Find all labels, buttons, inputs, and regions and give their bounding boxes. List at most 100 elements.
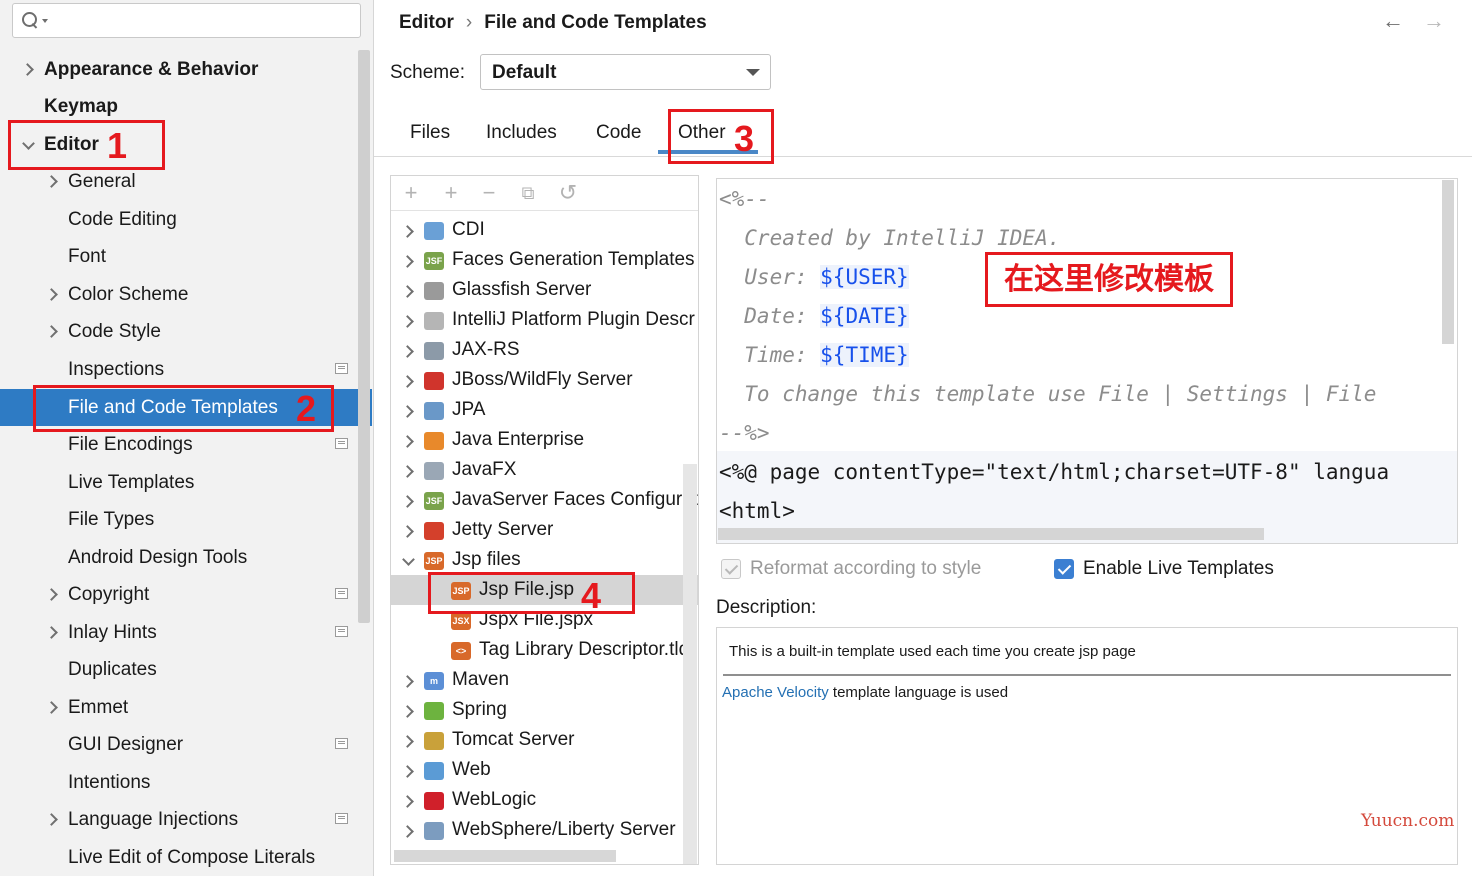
editor-horizontal-scrollbar[interactable] bbox=[718, 528, 1264, 540]
template-item[interactable]: JSF JavaServer Faces Configuratic bbox=[391, 485, 698, 515]
remove-template-icon[interactable]: − bbox=[479, 182, 499, 204]
annotation-note: 在这里修改模板 bbox=[985, 252, 1233, 307]
description-divider bbox=[723, 674, 1451, 676]
template-item[interactable]: Web bbox=[391, 755, 698, 785]
chevron-right-icon[interactable] bbox=[402, 435, 414, 447]
chevron-right-icon[interactable] bbox=[402, 405, 414, 417]
sidebar-item-live-edit-of-compose-literals[interactable]: Live Edit of Compose Literals bbox=[0, 839, 372, 876]
sidebar-item-appearance-behavior[interactable]: Appearance & Behavior bbox=[0, 51, 372, 88]
chevron-right-icon[interactable] bbox=[402, 465, 414, 477]
chevron-right-icon[interactable] bbox=[402, 255, 414, 267]
chevron-right-icon[interactable] bbox=[402, 525, 414, 537]
template-item[interactable]: JBoss/WildFly Server bbox=[391, 365, 698, 395]
sidebar-item-color-scheme[interactable]: Color Scheme bbox=[0, 276, 372, 313]
add-child-template-icon[interactable]: + bbox=[441, 182, 461, 204]
sidebar-item-code-style[interactable]: Code Style bbox=[0, 313, 372, 350]
template-list-horizontal-scrollbar[interactable] bbox=[394, 850, 616, 862]
breadcrumb-parent[interactable]: Editor bbox=[399, 12, 454, 33]
sidebar-item-android-design-tools[interactable]: Android Design Tools bbox=[0, 539, 372, 576]
chevron-right-icon[interactable] bbox=[46, 813, 58, 825]
sidebar-item-inspections[interactable]: Inspections bbox=[0, 351, 372, 388]
template-item[interactable]: IntelliJ Platform Plugin Descr bbox=[391, 305, 698, 335]
chevron-right-icon[interactable] bbox=[402, 675, 414, 687]
chevron-right-icon[interactable] bbox=[402, 225, 414, 237]
template-item[interactable]: JSF Faces Generation Templates bbox=[391, 245, 698, 275]
template-editor[interactable]: <%-- Created by IntelliJ IDEA. User: ${U… bbox=[716, 178, 1458, 544]
chevron-right-icon[interactable] bbox=[46, 588, 58, 600]
settings-search-input[interactable] bbox=[12, 3, 361, 38]
code-text: Time: bbox=[719, 343, 821, 367]
sidebar-item-copyright[interactable]: Copyright bbox=[0, 576, 372, 613]
template-item[interactable]: JPA bbox=[391, 395, 698, 425]
enable-live-templates-label[interactable]: Enable Live Templates bbox=[1083, 556, 1274, 582]
template-item-label: JavaServer Faces Configuratic bbox=[452, 489, 698, 510]
template-item[interactable]: Jetty Server bbox=[391, 515, 698, 545]
sidebar-item-file-types[interactable]: File Types bbox=[0, 501, 372, 538]
jetty-icon bbox=[424, 522, 444, 540]
editor-vertical-scrollbar[interactable] bbox=[1442, 180, 1454, 344]
chevron-right-icon[interactable] bbox=[402, 765, 414, 777]
chevron-right-icon[interactable] bbox=[22, 63, 34, 75]
sidebar-item-language-injections[interactable]: Language Injections bbox=[0, 801, 372, 838]
back-arrow-icon[interactable]: ← bbox=[1381, 10, 1405, 32]
chevron-right-icon[interactable] bbox=[402, 825, 414, 837]
sidebar-item-gui-designer[interactable]: GUI Designer bbox=[0, 726, 372, 763]
chevron-right-icon[interactable] bbox=[402, 375, 414, 387]
template-item[interactable]: CDI bbox=[391, 215, 698, 245]
chevron-right-icon[interactable] bbox=[46, 175, 58, 187]
chevron-right-icon[interactable] bbox=[46, 288, 58, 300]
enable-live-templates-checkbox[interactable] bbox=[1054, 559, 1074, 579]
chevron-right-icon[interactable] bbox=[46, 701, 58, 713]
tab-includes[interactable]: Includes bbox=[486, 119, 557, 147]
search-history-dropdown-icon[interactable] bbox=[42, 19, 48, 23]
forward-arrow-icon[interactable]: → bbox=[1422, 10, 1446, 32]
template-item[interactable]: Glassfish Server bbox=[391, 275, 698, 305]
tabs-divider bbox=[374, 156, 1472, 157]
template-list-vertical-scrollbar[interactable] bbox=[683, 464, 697, 864]
sidebar-item-live-templates[interactable]: Live Templates bbox=[0, 464, 372, 501]
chevron-down-icon[interactable] bbox=[402, 555, 414, 567]
template-item[interactable]: WebSphere/Liberty Server bbox=[391, 815, 698, 845]
plugin-icon bbox=[424, 312, 444, 330]
template-item[interactable]: JSP Jsp files bbox=[391, 545, 698, 575]
sidebar-item-duplicates[interactable]: Duplicates bbox=[0, 651, 372, 688]
jpa-icon bbox=[424, 402, 444, 420]
sidebar-item-inlay-hints[interactable]: Inlay Hints bbox=[0, 614, 372, 651]
template-item[interactable]: m Maven bbox=[391, 665, 698, 695]
sidebar-item-font[interactable]: Font bbox=[0, 238, 372, 275]
template-item[interactable]: JavaFX bbox=[391, 455, 698, 485]
annotation-marker-2: 2 bbox=[296, 388, 317, 429]
template-item-label: JAX-RS bbox=[452, 339, 520, 360]
chevron-right-icon[interactable] bbox=[402, 285, 414, 297]
template-item-label: CDI bbox=[452, 219, 485, 240]
add-template-icon[interactable]: + bbox=[401, 182, 421, 204]
copy-template-icon[interactable]: ⧉ bbox=[518, 183, 538, 203]
tab-files[interactable]: Files bbox=[410, 119, 450, 147]
chevron-right-icon[interactable] bbox=[402, 705, 414, 717]
chevron-right-icon[interactable] bbox=[402, 495, 414, 507]
template-item[interactable]: <> Tag Library Descriptor.tld bbox=[391, 635, 698, 665]
chevron-right-icon[interactable] bbox=[46, 325, 58, 337]
template-item[interactable]: Spring bbox=[391, 695, 698, 725]
chevron-right-icon[interactable] bbox=[402, 735, 414, 747]
sidebar-item-label: Android Design Tools bbox=[68, 547, 248, 568]
template-item[interactable]: JAX-RS bbox=[391, 335, 698, 365]
chevron-right-icon[interactable] bbox=[402, 315, 414, 327]
reset-template-icon[interactable]: ↺ bbox=[558, 182, 578, 204]
template-item[interactable]: Tomcat Server bbox=[391, 725, 698, 755]
chevron-right-icon[interactable] bbox=[402, 345, 414, 357]
template-item[interactable]: Java Enterprise bbox=[391, 425, 698, 455]
apache-velocity-link[interactable]: Apache Velocity bbox=[722, 684, 829, 701]
project-scope-icon bbox=[335, 588, 348, 599]
sidebar-item-emmet[interactable]: Emmet bbox=[0, 689, 372, 726]
scheme-select[interactable]: Default bbox=[480, 54, 771, 90]
chevron-right-icon[interactable] bbox=[402, 795, 414, 807]
tab-code[interactable]: Code bbox=[596, 119, 641, 147]
sidebar-item-label: Color Scheme bbox=[68, 284, 189, 305]
template-item[interactable]: WebLogic bbox=[391, 785, 698, 815]
sidebar-item-intentions[interactable]: Intentions bbox=[0, 764, 372, 801]
template-item-label: Jetty Server bbox=[452, 519, 554, 540]
sidebar-scrollbar[interactable] bbox=[358, 50, 370, 623]
chevron-right-icon[interactable] bbox=[46, 626, 58, 638]
sidebar-item-code-editing[interactable]: Code Editing bbox=[0, 201, 372, 238]
